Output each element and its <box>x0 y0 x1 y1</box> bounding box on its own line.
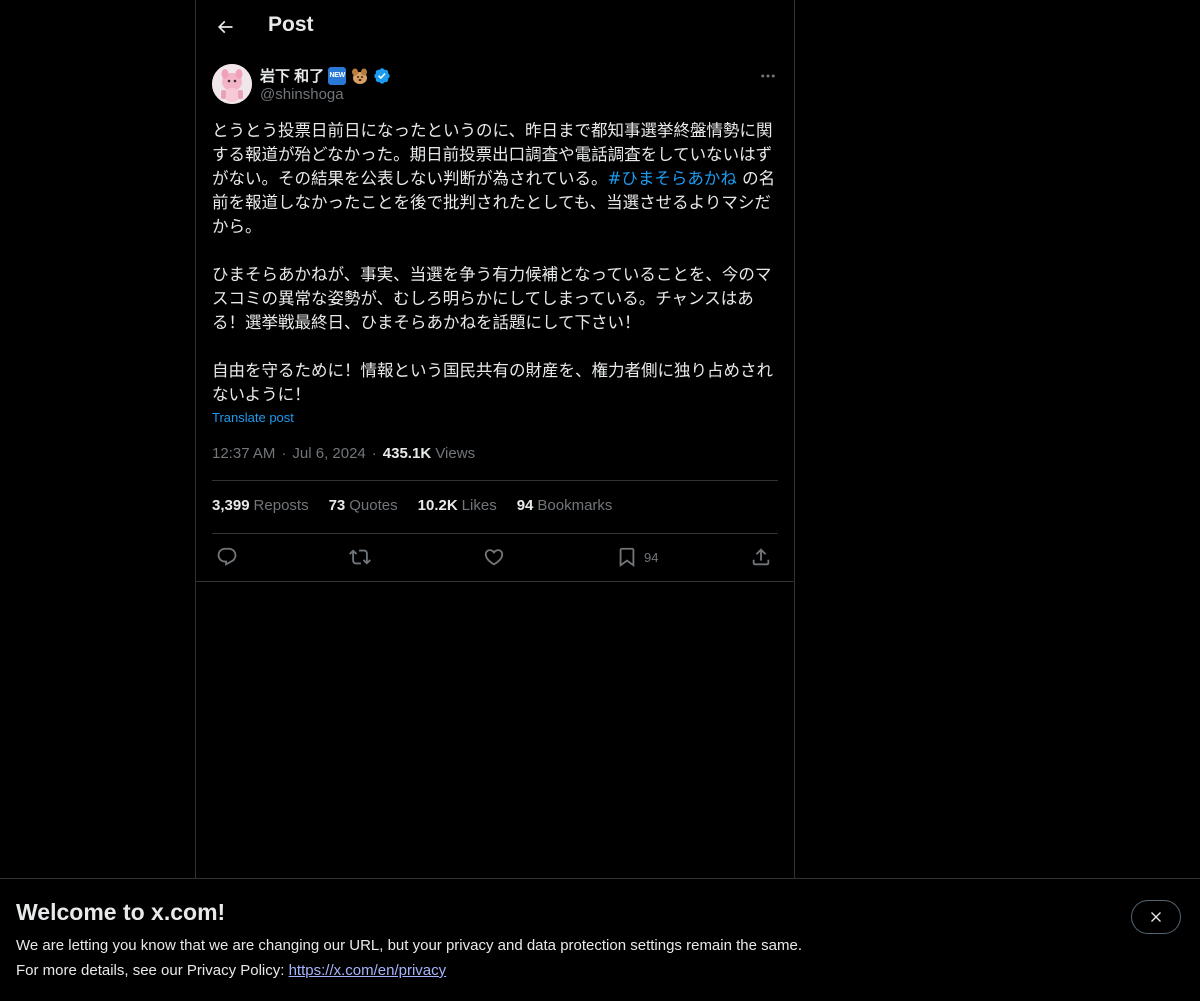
bookmarks-label: Bookmarks <box>537 497 613 514</box>
separator-dot: · <box>281 445 287 462</box>
bookmarks-stat[interactable]: 94 Bookmarks <box>517 497 613 514</box>
banner-privacy-prefix: For more details, see our Privacy Policy… <box>16 962 289 979</box>
reposts-stat[interactable]: 3,399 Reposts <box>212 497 309 514</box>
divider <box>212 480 778 481</box>
close-banner-button[interactable] <box>1131 900 1181 934</box>
engagement-stats: 3,399 Reposts 73 Quotes 10.2K Likes 94 Bookm… <box>212 497 612 514</box>
bookmark-button[interactable]: 94 <box>616 545 658 569</box>
reposts-label: Reposts <box>253 497 309 514</box>
translate-post-link[interactable]: Translate post <box>212 410 294 425</box>
action-bar: 94 <box>212 535 778 581</box>
share-icon <box>752 548 770 566</box>
avatar-image <box>212 64 252 104</box>
bookmarks-count: 94 <box>516 497 534 514</box>
more-horizontal-icon <box>761 74 775 78</box>
quotes-count: 73 <box>328 497 346 514</box>
new-badge-icon: NEW <box>328 66 347 85</box>
likes-label: Likes <box>461 497 497 514</box>
author-name-row[interactable]: 岩下 和了 NEW <box>260 65 391 86</box>
reposts-count: 3,399 <box>212 497 250 514</box>
banner-message: We are letting you know that we are chan… <box>16 937 802 954</box>
divider <box>212 533 778 534</box>
repost-button[interactable] <box>349 545 371 569</box>
likes-stat[interactable]: 10.2K Likes <box>418 497 497 514</box>
divider <box>196 581 794 582</box>
post-date[interactable]: Jul 6, 2024 <box>292 445 365 462</box>
reply-icon <box>217 547 237 566</box>
back-button[interactable] <box>208 10 242 44</box>
views-count: 435.1K <box>382 445 432 462</box>
heart-icon <box>484 549 504 566</box>
avatar[interactable] <box>212 64 252 104</box>
more-options-button[interactable] <box>756 64 780 88</box>
close-icon <box>1151 912 1161 922</box>
author-handle[interactable]: @shinshoga <box>260 86 344 103</box>
views-label: Views <box>435 445 476 462</box>
post-column: Post 岩下 和了 NEW @shinshoga とうとう投票日前日になったと… <box>195 0 795 1000</box>
post-text: とうとう投票日前日になったというのに、昨日まで都知事選挙終盤情勢に関する報道が殆… <box>212 119 778 407</box>
privacy-policy-link[interactable]: https://x.com/en/privacy <box>289 962 447 979</box>
author-name[interactable]: 岩下 和了 <box>260 65 324 86</box>
dog-emoji-icon <box>352 68 368 84</box>
separator-dot: · <box>371 445 377 462</box>
verified-badge-icon <box>374 67 390 84</box>
page-title: Post <box>268 13 314 36</box>
arrow-left-icon <box>217 20 233 34</box>
like-button[interactable] <box>483 545 505 569</box>
repost-icon <box>349 549 371 565</box>
share-button[interactable] <box>750 545 772 569</box>
welcome-banner: Welcome to x.com! We are letting you kno… <box>0 878 1200 1001</box>
post-text-part-2: の名前を報道しなかったことを後で批判されたとしても、当選させるよりマシだから。 … <box>212 169 776 404</box>
likes-count: 10.2K <box>417 497 458 514</box>
post-meta: 12:37 AM · Jul 6, 2024 · 435.1K Views <box>212 445 475 462</box>
post-header: Post <box>196 0 794 53</box>
post-time[interactable]: 12:37 AM <box>212 445 275 462</box>
quotes-label: Quotes <box>349 497 398 514</box>
banner-title: Welcome to x.com! <box>16 899 226 925</box>
hashtag-link[interactable]: #ひまそらあかね <box>608 169 737 188</box>
banner-privacy-line: For more details, see our Privacy Policy… <box>16 962 446 979</box>
reply-button[interactable] <box>216 545 238 569</box>
bookmark-icon <box>619 547 635 568</box>
quotes-stat[interactable]: 73 Quotes <box>329 497 398 514</box>
bookmark-count: 94 <box>644 549 659 565</box>
